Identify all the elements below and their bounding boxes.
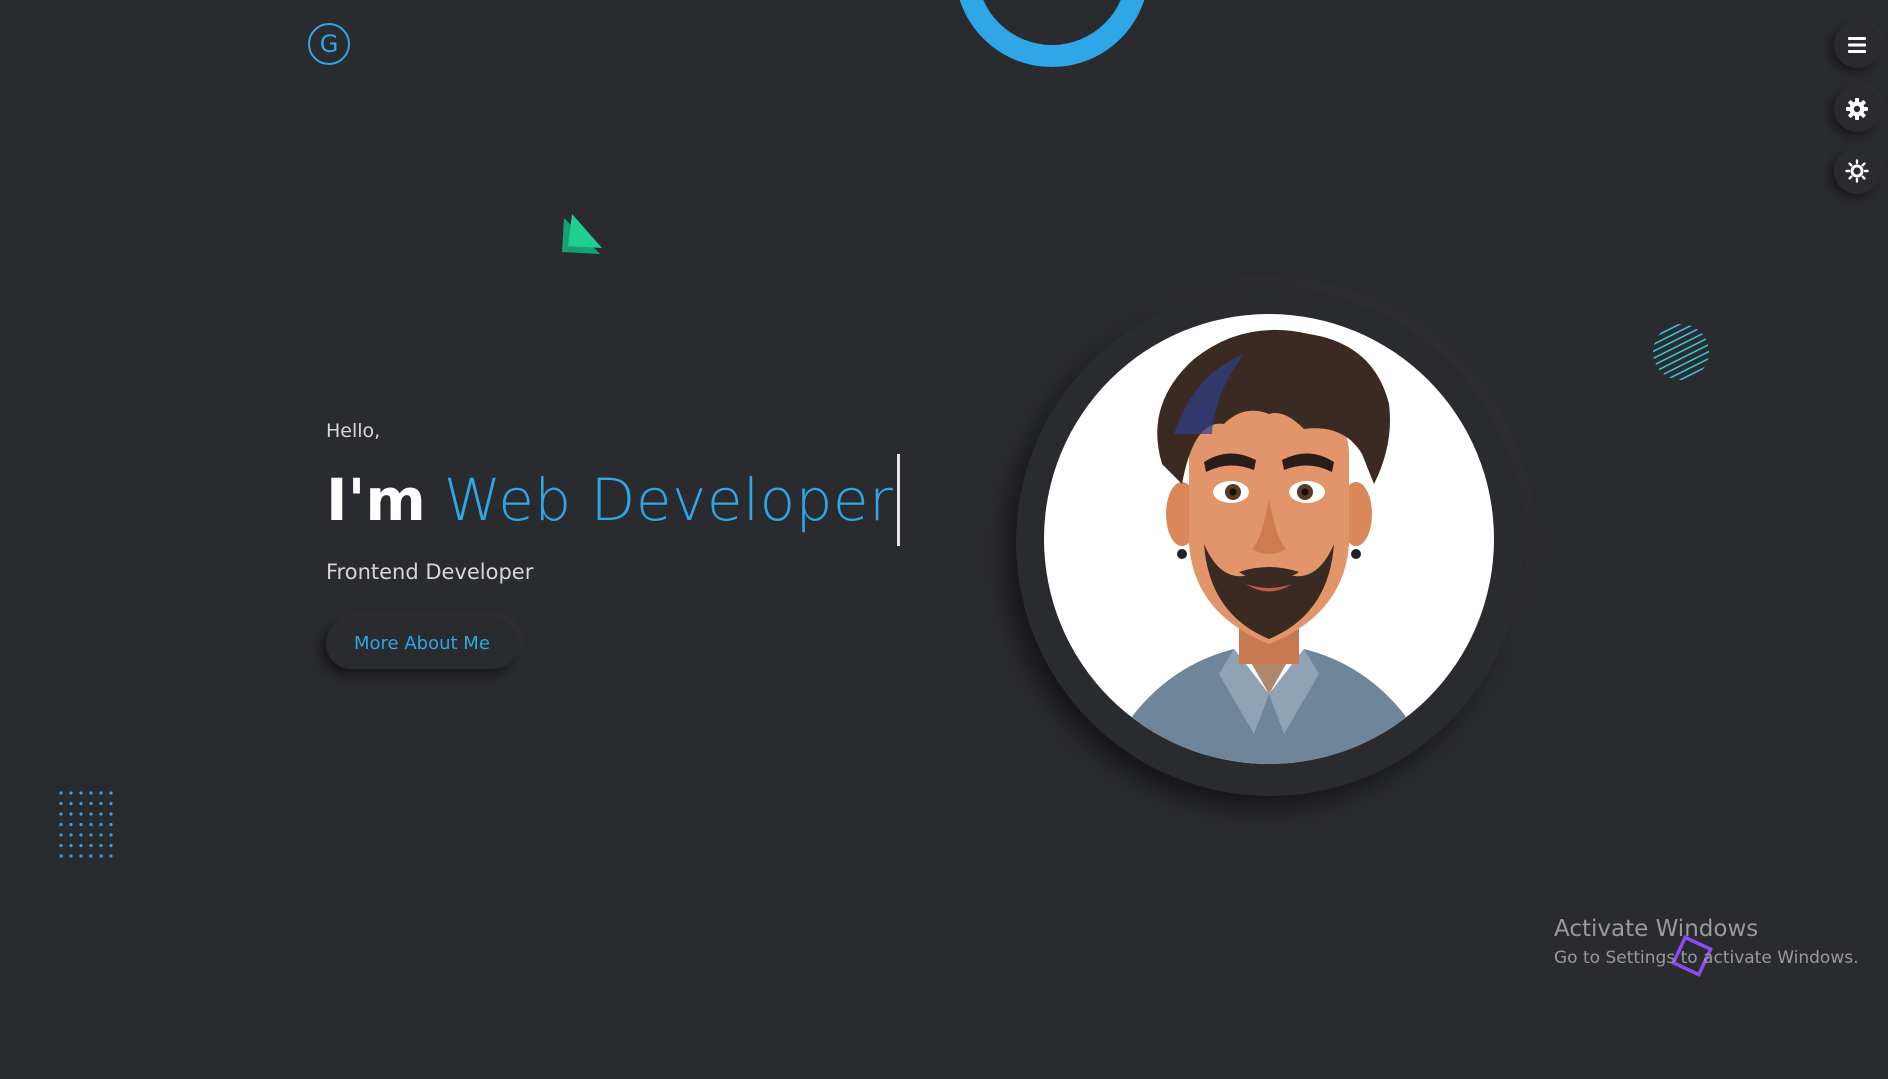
greeting-text: Hello, <box>326 420 381 442</box>
grid-dot <box>89 854 93 858</box>
grid-dot <box>99 791 103 795</box>
grid-dot <box>69 812 73 816</box>
grid-dot <box>89 812 93 816</box>
more-about-me-button[interactable]: More About Me <box>326 618 518 669</box>
grid-dot <box>59 854 63 858</box>
activate-windows-title: Activate Windows <box>1554 916 1759 942</box>
grid-dot <box>109 843 113 848</box>
grid-dot <box>109 791 113 795</box>
grid-dot <box>99 812 103 816</box>
grid-dot <box>99 833 103 837</box>
grid-dot <box>69 801 73 806</box>
grid-dot <box>69 854 73 858</box>
theme-toggle-icon <box>1845 159 1869 183</box>
avatar-illustration <box>1104 329 1434 764</box>
logo-button[interactable]: G <box>308 23 350 65</box>
activate-windows-watermark: Activate Windows Go to Settings to activ… <box>1554 916 1859 968</box>
grid-dot <box>79 812 83 816</box>
ring-decoration <box>959 0 1145 67</box>
grid-dot <box>69 843 73 848</box>
avatar <box>1044 314 1494 764</box>
grid-dot <box>79 801 83 806</box>
gear-icon <box>1846 98 1868 120</box>
grid-dot <box>69 833 73 837</box>
grid-dot <box>99 822 103 827</box>
grid-dot <box>109 854 113 858</box>
menu-icon <box>1848 37 1866 53</box>
settings-button[interactable] <box>1834 86 1880 132</box>
grid-dot <box>59 812 63 816</box>
striped-circle-decoration <box>1653 324 1709 380</box>
page: G Hello, I'm Web Developer Frontend Deve… <box>0 0 1888 1079</box>
triangle-decoration <box>562 214 602 254</box>
grid-dot <box>89 801 93 806</box>
grid-dot <box>69 791 73 795</box>
grid-dot <box>79 854 83 858</box>
menu-button[interactable] <box>1834 22 1880 68</box>
grid-dot <box>79 833 83 837</box>
logo-letter: G <box>319 30 339 58</box>
grid-dot <box>59 822 63 827</box>
grid-dot <box>79 822 83 827</box>
grid-dot <box>89 833 93 837</box>
hero-section: Hello, I'm Web Developer Frontend Develo… <box>326 420 966 669</box>
headline: I'm Web Developer <box>326 454 966 546</box>
typing-caret <box>897 454 901 546</box>
avatar-frame <box>1016 288 1524 796</box>
headline-role: Web Developer <box>443 466 894 534</box>
grid-dot <box>99 843 103 848</box>
subtitle-text: Frontend Developer <box>326 560 534 584</box>
grid-dot <box>99 801 103 806</box>
grid-dot <box>59 833 63 837</box>
grid-dot <box>109 833 113 837</box>
theme-toggle-button[interactable] <box>1834 148 1880 194</box>
grid-dot <box>59 791 63 795</box>
grid-dot <box>69 822 73 827</box>
grid-dot <box>89 843 93 848</box>
grid-dot <box>109 801 113 806</box>
grid-dot <box>109 822 113 827</box>
grid-dot <box>79 791 83 795</box>
headline-lead: I'm <box>326 466 426 534</box>
grid-dot <box>99 854 103 858</box>
activate-windows-subtitle: Go to Settings to activate Windows. <box>1554 948 1859 968</box>
grid-dot <box>89 791 93 795</box>
grid-dot <box>109 812 113 816</box>
grid-dot <box>59 801 63 806</box>
grid-dot <box>79 843 83 848</box>
grid-dot <box>89 822 93 827</box>
dot-grid-decoration <box>59 791 113 858</box>
grid-dot <box>59 843 63 848</box>
